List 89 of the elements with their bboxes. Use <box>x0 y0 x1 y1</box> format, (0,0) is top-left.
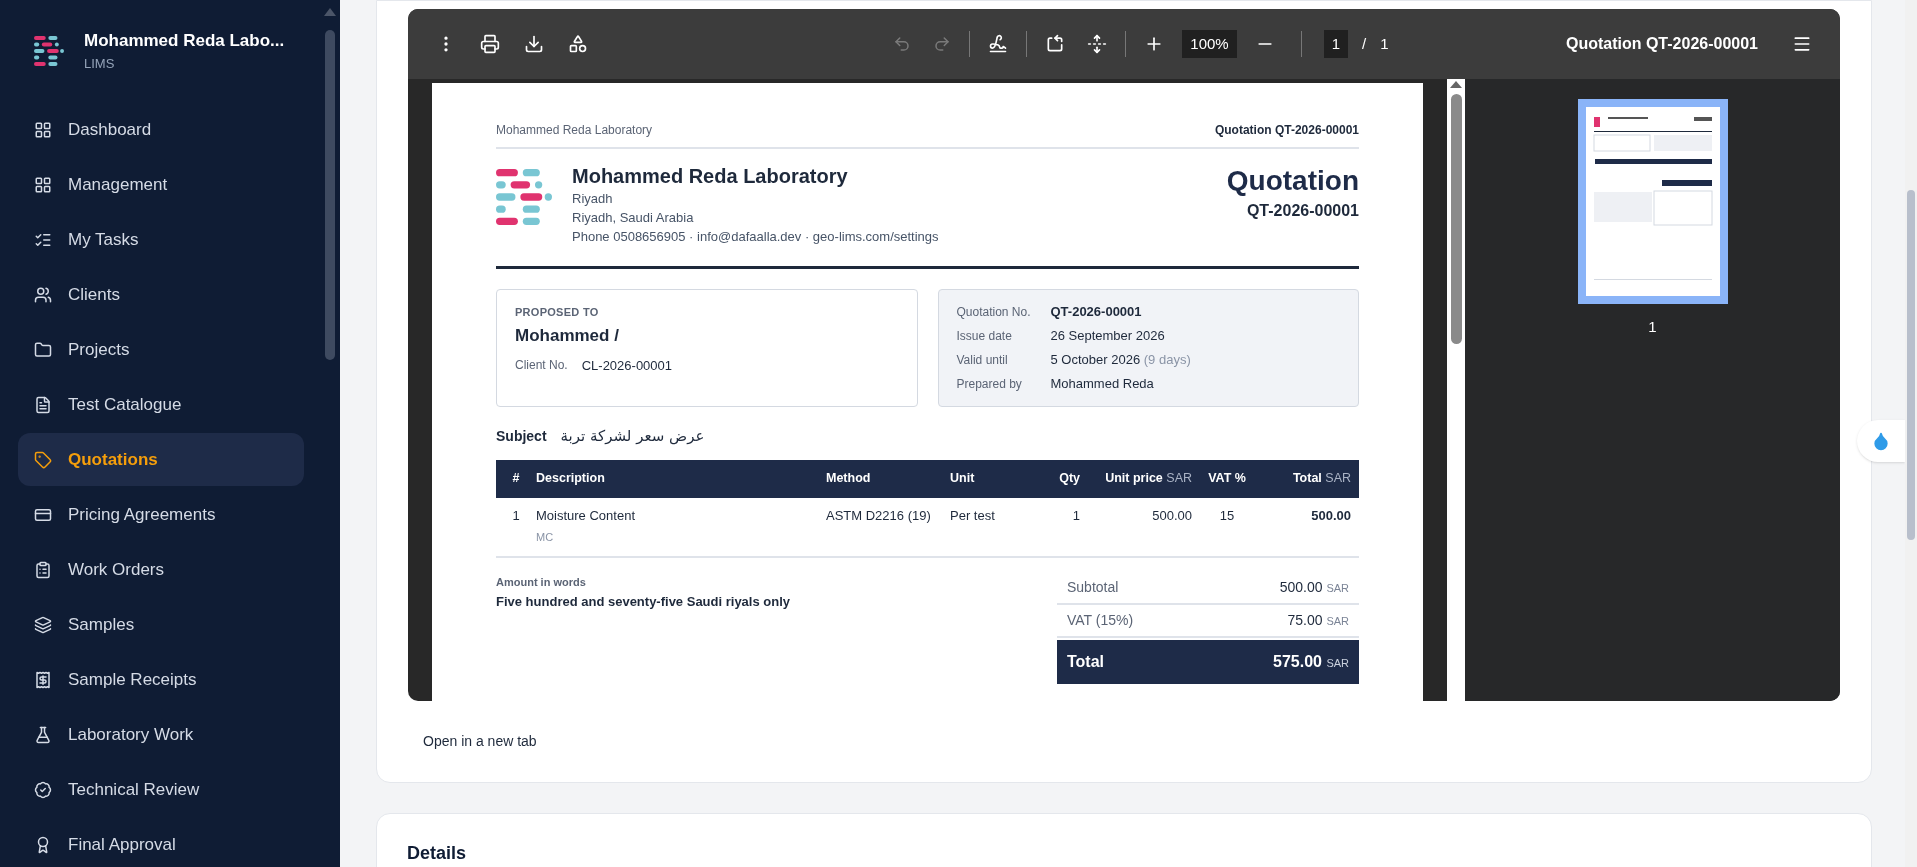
card-label: PROPOSED TO <box>515 305 600 320</box>
flask-icon <box>34 725 52 744</box>
column-header: # <box>511 470 521 488</box>
document-number: QT-2026-00001 <box>1246 201 1359 221</box>
logo-icon <box>496 169 552 225</box>
table-cell-text: ASTM D2216 (19) <box>826 506 932 525</box>
field-value: Mohammed Reda <box>1050 375 1155 393</box>
viewer-scrollbar[interactable] <box>1447 79 1465 701</box>
logo-icon <box>34 35 64 66</box>
assistant-button[interactable] <box>1857 420 1905 462</box>
field-label: Issue date <box>956 328 1013 345</box>
contact-line: Phone 0508656905 · info@dafaalla.dev · geo-lims.com/settings <box>572 228 939 246</box>
page-count: 1 <box>1380 33 1389 54</box>
document-title: Quotation QT-2026-00001 <box>1565 34 1758 54</box>
sidebar-item[interactable]: Sample Receipts <box>18 653 304 706</box>
sidebar-item[interactable]: Dashboard <box>18 103 304 156</box>
table-cell-text: 500.00 <box>1151 506 1192 525</box>
clipboard-icon <box>34 560 52 579</box>
address-line: Riyadh, Saudi Arabia <box>572 209 695 227</box>
badge-check-icon <box>34 780 52 799</box>
page-field[interactable]: 1 <box>1323 29 1349 59</box>
sidebar-item[interactable]: Test Catalogue <box>18 378 304 431</box>
field-label: Client No. <box>515 357 568 374</box>
droplet-icon <box>1871 431 1891 451</box>
sidebar-item[interactable]: Technical Review <box>18 763 304 816</box>
sidebar-item[interactable]: Samples <box>18 598 304 651</box>
sidebar-item[interactable]: Management <box>18 158 304 211</box>
words-label: Amount in words <box>496 574 587 590</box>
field-label: Quotation No. <box>956 304 1032 321</box>
sidebar-item[interactable]: My Tasks <box>18 213 304 266</box>
table-cell-text: 15 <box>1218 506 1236 525</box>
client-name: Mohammed / <box>515 324 620 347</box>
field-value: CL-2026-00001 <box>581 357 673 375</box>
column-header: VAT % <box>1207 470 1247 488</box>
open-new-tab-link[interactable]: Open in a new tab <box>423 731 1840 752</box>
users-icon <box>34 285 52 304</box>
field-label: Valid until <box>956 352 1009 369</box>
page-thumbnail[interactable] <box>1577 99 1728 304</box>
grid-icon <box>34 175 52 194</box>
grid-icon <box>34 120 52 139</box>
running-header: Mohammed Reda Laboratory <box>496 122 653 139</box>
total-value: 575.00 SAR <box>1273 651 1349 672</box>
address-line: Riyadh <box>572 190 614 208</box>
layers-icon <box>34 615 52 634</box>
subject-value: عرض سعر لشركة تربة <box>560 426 705 447</box>
item-code: MC <box>536 530 555 545</box>
column-header: Unit price SAR <box>1104 470 1192 488</box>
total-label: Subtotal <box>1067 577 1119 597</box>
column-header: Total SAR <box>1291 470 1351 488</box>
running-header: Quotation QT-2026-00001 <box>1214 122 1359 139</box>
total-label: Total <box>1067 651 1105 672</box>
thumbnail-label: 1 <box>1648 317 1657 337</box>
subject-label: Subject <box>496 426 547 446</box>
total-label: VAT (15%) <box>1067 610 1134 630</box>
amount-in-words: Five hundred and seventy-five Saudi riyals only <box>496 593 791 611</box>
page-scrollbar[interactable] <box>1905 0 1917 867</box>
section-heading: Details <box>407 843 467 863</box>
column-header: Unit <box>950 470 976 488</box>
table-cell-text: Per test <box>950 506 996 525</box>
company-name: Mohammed Reda Laboratory <box>572 164 849 189</box>
app-subtitle: LIMS <box>84 54 116 73</box>
sidebar-item[interactable]: Laboratory Work <box>18 708 304 761</box>
folder-icon <box>34 340 52 359</box>
field-value: 5 October 2026 (9 days) <box>1050 351 1192 369</box>
page-separator: / <box>1362 33 1367 54</box>
tag-icon <box>34 450 52 469</box>
total-value: 75.00 SAR <box>1287 610 1349 630</box>
field-label: Prepared by <box>956 376 1023 393</box>
sidebar-item[interactable]: Work Orders <box>18 543 304 596</box>
table-cell-text: 1 <box>1071 506 1080 525</box>
zoom-field[interactable]: 100% <box>1182 29 1237 59</box>
sidebar-item[interactable]: Quotations <box>18 433 304 486</box>
document-heading: Quotation <box>1226 164 1359 198</box>
table-cell-text: 500.00 <box>1310 506 1351 525</box>
field-value: 26 September 2026 <box>1050 327 1166 345</box>
column-header: Qty <box>1058 470 1080 488</box>
table-cell-text: Moisture Content <box>536 506 636 525</box>
sidebar-item[interactable]: Pricing Agreements <box>18 488 304 541</box>
document-icon <box>34 395 52 414</box>
column-header: Description <box>536 470 606 488</box>
field-value: QT-2026-00001 <box>1050 303 1143 321</box>
sidebar-item[interactable]: Final Approval <box>18 818 304 867</box>
sidebar-item[interactable]: Projects <box>18 323 304 376</box>
sidebar-item[interactable]: Clients <box>18 268 304 321</box>
total-value: 500.00 SAR <box>1279 577 1349 597</box>
receipt-icon <box>34 670 52 689</box>
table-cell-text: 1 <box>511 506 521 525</box>
org-name: Mohammed Reda Labo... <box>84 30 285 52</box>
column-header: Method <box>826 470 872 488</box>
